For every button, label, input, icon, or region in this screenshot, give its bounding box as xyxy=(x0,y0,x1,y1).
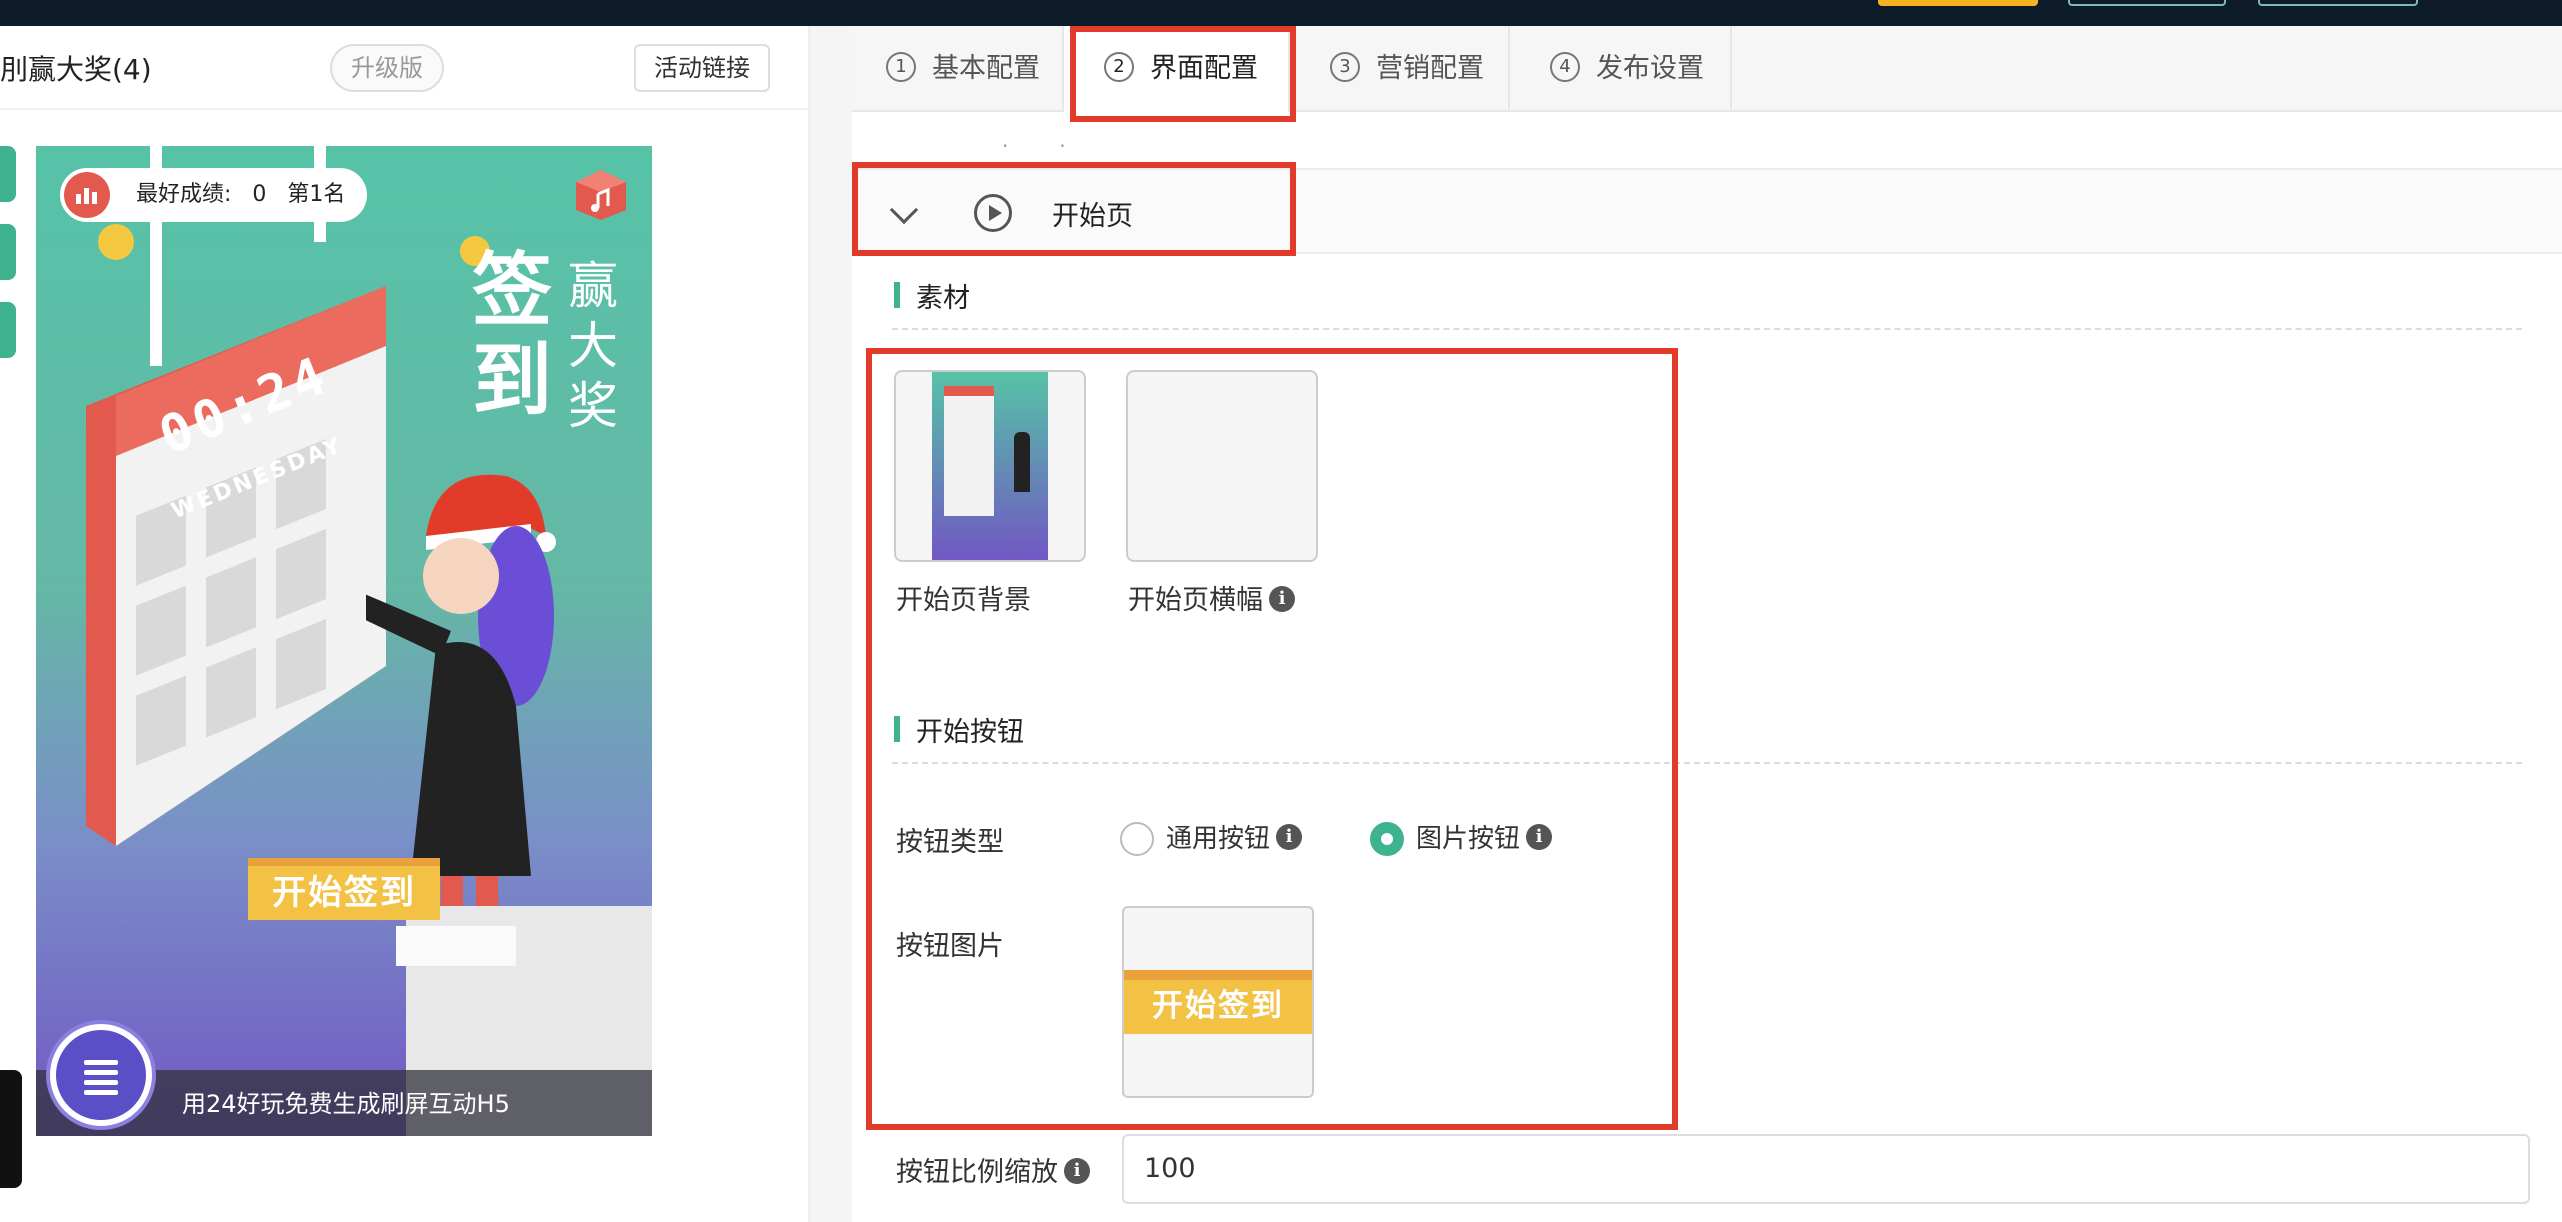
calendar-illustration xyxy=(86,286,386,846)
scale-label: 按钮比例缩放 xyxy=(896,1157,1058,1188)
tab-label: 基本配置 xyxy=(932,53,1040,84)
scale-label-wrap: 按钮比例缩放 i xyxy=(896,1150,1090,1189)
section-title: 开始页 xyxy=(1052,201,1133,232)
divider xyxy=(892,328,2522,330)
top-bar xyxy=(0,0,2562,26)
step-number: 4 xyxy=(1550,51,1580,82)
button-scale-input[interactable]: 100 xyxy=(1122,1134,2530,1204)
config-tabs: 1 基本配置 2 界面配置 3 营销配置 4 发布设置 xyxy=(852,26,2562,112)
bg-preview-calendar xyxy=(944,386,994,516)
materials-heading: 素材 xyxy=(894,276,970,315)
button-type-label: 按钮类型 xyxy=(896,827,1004,858)
best-score-label: 最好成绩: xyxy=(136,182,232,207)
play-icon xyxy=(974,194,1012,232)
music-icon[interactable] xyxy=(576,170,626,220)
info-icon[interactable]: i xyxy=(1269,585,1295,612)
tab-marketing-config[interactable]: 3 营销配置 xyxy=(1290,26,1510,112)
phone-preview: 00:24 WEDNESDAY 最好成绩: 0 第1名 签到 赢大奖 开始签到 … xyxy=(36,146,652,1136)
banner-upload[interactable] xyxy=(1126,370,1318,562)
tab-label: 界面配置 xyxy=(1150,53,1258,84)
side-tool-button[interactable] xyxy=(0,302,16,358)
step-number: 3 xyxy=(1330,51,1360,82)
info-icon[interactable]: i xyxy=(1064,1157,1090,1184)
tab-label: 发布设置 xyxy=(1596,53,1704,84)
best-score-pill: 最好成绩: 0 第1名 xyxy=(60,168,368,222)
radio-dot[interactable] xyxy=(1120,822,1154,856)
banner-label: 开始页横幅 xyxy=(1128,585,1263,616)
brand-logo-icon[interactable] xyxy=(50,1024,152,1126)
activity-link-button[interactable]: 活动链接 xyxy=(634,44,770,92)
bg-preview-figure xyxy=(1014,432,1030,492)
radio-dot[interactable] xyxy=(1370,822,1404,856)
step-number: 2 xyxy=(1104,51,1134,82)
bg-label: 开始页背景 xyxy=(896,585,1031,616)
tab-publish-settings[interactable]: 4 发布设置 xyxy=(1510,26,1732,112)
start-page-section-header[interactable]: 开始页 xyxy=(854,168,2562,254)
step-number: 1 xyxy=(886,51,916,82)
divider xyxy=(892,762,2522,764)
side-bottom-widget[interactable] xyxy=(0,1070,22,1188)
side-toolbar xyxy=(0,146,16,380)
tab-basic-config[interactable]: 1 基本配置 xyxy=(852,26,1064,112)
radio-image-button[interactable]: 图片按钮 i xyxy=(1370,822,1553,856)
upgrade-badge[interactable]: 升级版 xyxy=(330,44,444,92)
chart-icon xyxy=(64,172,110,218)
radio-label: 图片按钮 xyxy=(1416,824,1521,854)
chevron-down-icon[interactable] xyxy=(889,195,919,225)
button-image-preview: 开始签到 xyxy=(1124,970,1312,1034)
tab-ui-config[interactable]: 2 界面配置 xyxy=(1064,26,1290,112)
button-image-upload[interactable]: 开始签到 xyxy=(1122,906,1314,1098)
sun-icon xyxy=(98,224,134,260)
preview-panel: 刖赢大奖(4) 升级版 活动链接 00:24 WEDNESDAY 最好成绩: 0… xyxy=(0,26,810,1222)
radio-generic-button[interactable]: 通用按钮 i xyxy=(1120,822,1303,856)
stair-step xyxy=(396,926,516,966)
scroll-hint: · · xyxy=(1002,134,1066,158)
headline-big: 签到 xyxy=(472,244,552,427)
best-score-value: 0 xyxy=(252,182,267,207)
start-bg-thumbnail[interactable] xyxy=(894,370,1086,562)
tab-label: 营销配置 xyxy=(1376,53,1484,84)
info-icon[interactable]: i xyxy=(1276,823,1303,850)
info-icon[interactable]: i xyxy=(1526,823,1553,850)
top-outline-button[interactable] xyxy=(2258,0,2418,6)
config-panel: 1 基本配置 2 界面配置 3 营销配置 4 发布设置 · · 开始页 素材 开始页背景… xyxy=(852,26,2562,1222)
rank-label: 第1名 xyxy=(287,182,346,207)
side-tool-button[interactable] xyxy=(0,224,16,280)
side-tool-button[interactable] xyxy=(0,146,16,202)
headline-small: 赢大奖 xyxy=(568,257,618,435)
button-image-label: 按钮图片 xyxy=(896,931,1004,962)
banner-label-wrap: 开始页横幅 i xyxy=(1128,578,1295,617)
top-action-button[interactable] xyxy=(1878,0,2038,6)
start-button-heading: 开始按钮 xyxy=(894,710,1024,749)
project-title: 刖赢大奖(4) xyxy=(0,53,152,86)
radio-label: 通用按钮 xyxy=(1166,824,1271,854)
preview-header: 刖赢大奖(4) 升级版 活动链接 xyxy=(0,26,810,110)
start-signin-button[interactable]: 开始签到 xyxy=(248,858,440,920)
ad-text: 用24好玩免费生成刷屏互动H5 xyxy=(182,1090,510,1118)
top-outline-button[interactable] xyxy=(2068,0,2226,6)
